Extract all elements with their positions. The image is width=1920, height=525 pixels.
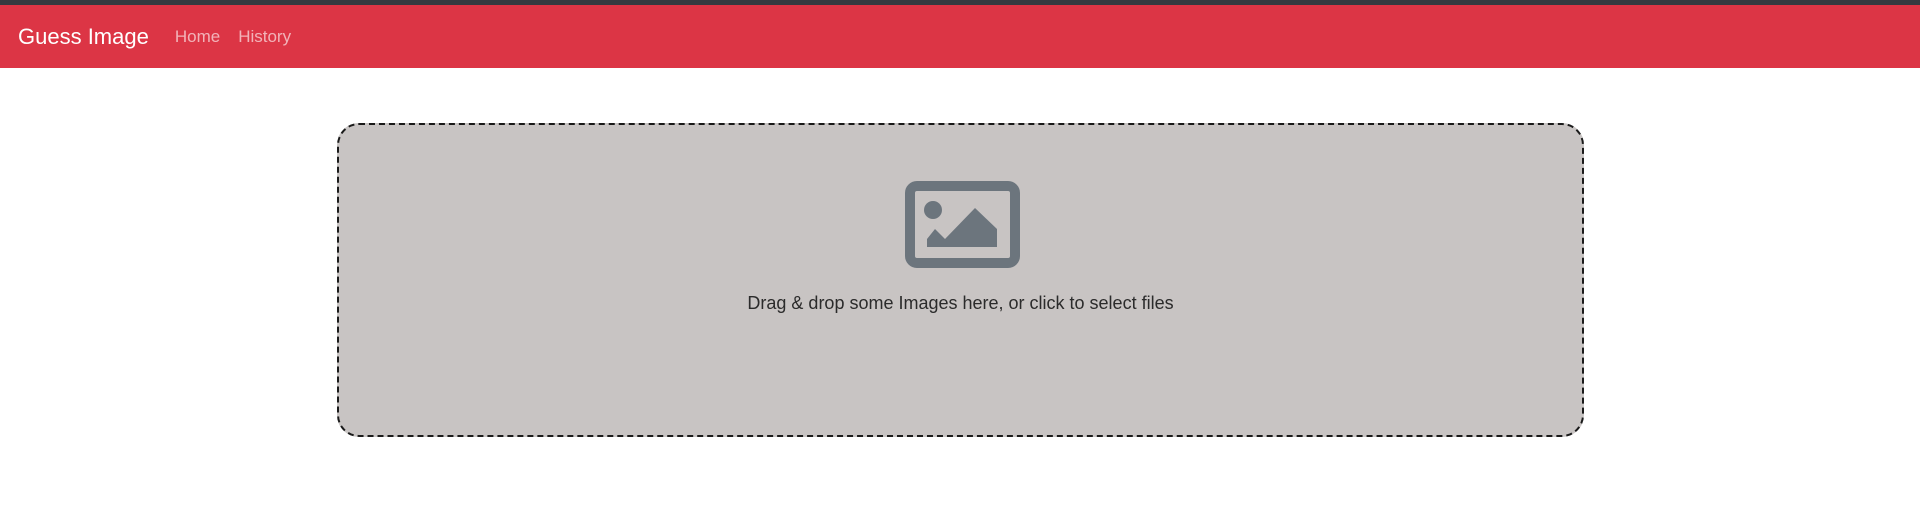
image-dropzone[interactable]: Drag & drop some Images here, or click t… — [337, 123, 1584, 437]
dropzone-instructions: Drag & drop some Images here, or click t… — [747, 293, 1174, 313]
image-icon — [905, 181, 1020, 268]
nav-link-home[interactable]: Home — [175, 27, 220, 47]
nav-link-history[interactable]: History — [238, 27, 291, 47]
brand-link[interactable]: Guess Image — [18, 24, 149, 50]
navbar: Guess Image Home History — [0, 5, 1920, 68]
